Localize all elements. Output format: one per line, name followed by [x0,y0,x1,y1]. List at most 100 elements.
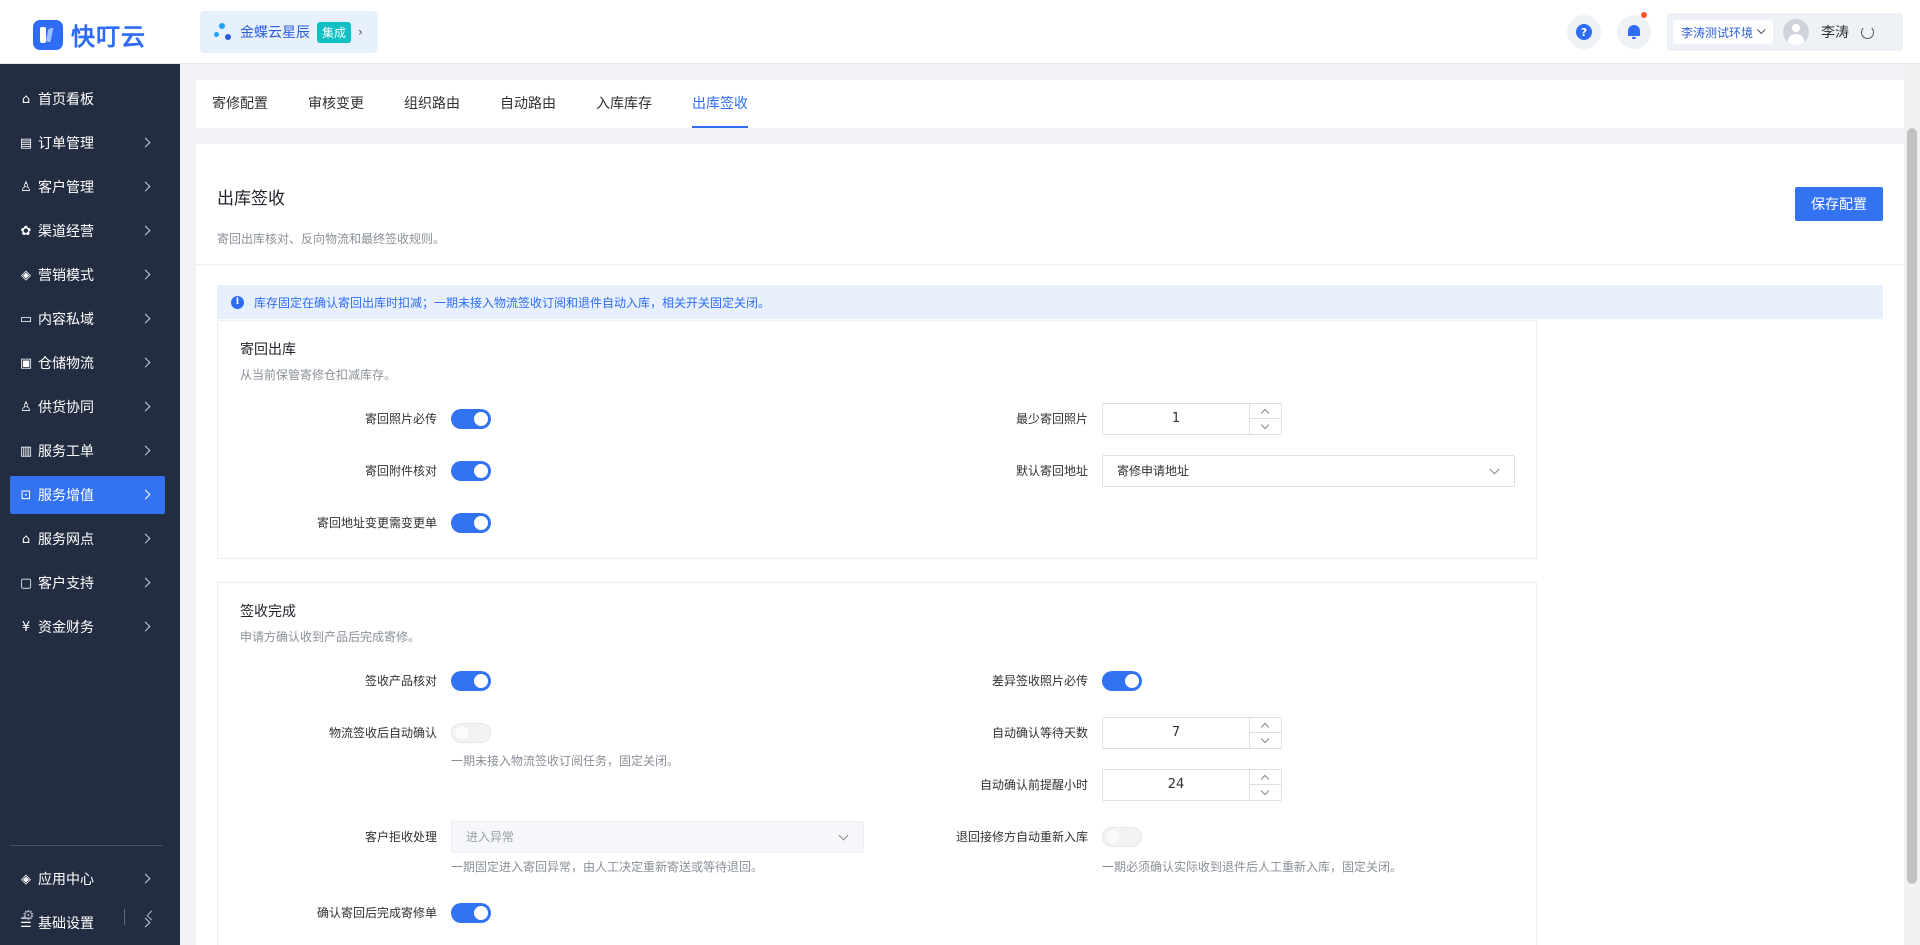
decrement-icon[interactable] [1250,733,1281,748]
stepper [1249,404,1281,434]
diff-photo-toggle[interactable] [1102,671,1142,691]
app-logo-icon [214,23,232,41]
sidebar-item-label: 渠道经营 [38,224,94,240]
scrollbar-thumb[interactable] [1907,128,1917,884]
increment-icon[interactable] [1250,718,1281,733]
wait-days-input[interactable]: 7 [1102,717,1282,749]
notification-button[interactable] [1617,12,1651,49]
photo-required-toggle[interactable] [451,409,491,429]
reinbound-toggle[interactable] [1102,827,1142,847]
chevron-right-icon: › [358,25,363,39]
auto-confirm-toggle[interactable] [451,723,491,743]
env-select[interactable]: 李涛测试环境 [1673,20,1774,44]
sidebar-item-channels[interactable]: ✿ 渠道经营 [10,212,165,250]
chevron-down-icon [1489,464,1500,475]
sidebar-item-orders[interactable]: ▤ 订单管理 [10,124,165,162]
product-check-toggle[interactable] [451,671,491,691]
top-header: 快叮云 金蝶云星辰 集成 › ? 李涛测试环境 李涛 [0,0,1920,64]
default-address-value: 寄修申请地址 [1117,464,1190,478]
auto-confirm-label: 物流签收后自动确认 [328,726,437,740]
chevron-right-icon [140,445,151,456]
reinbound-label: 退回接修方自动重新入库 [955,830,1088,844]
section-title: 寄回出库 [240,342,296,358]
complete-order-toggle[interactable] [451,903,491,923]
notice-text: 库存固定在确认寄回出库时扣减；一期未接入物流签收订阅和退件自动入库，相关开关固定… [254,295,771,310]
sidebar-item-label: 服务网点 [38,532,94,548]
image-icon: ▭ [19,311,33,327]
sidebar-divider [10,845,163,846]
sidebar-item-supply[interactable]: ♙ 供货协同 [10,388,165,426]
page-scrollbar[interactable] [1904,64,1920,945]
attachment-check-toggle[interactable] [451,461,491,481]
min-photos-label: 最少寄回照片 [1015,412,1088,426]
logo[interactable]: 快叮云 [33,17,146,52]
chevron-right-icon [140,181,151,192]
remind-hours-label: 自动确认前提醒小时 [979,778,1088,792]
sidebar-item-label: 资金财务 [38,620,94,636]
increment-icon[interactable] [1250,404,1281,419]
page-description: 寄回出库核对、反向物流和最终签收规则。 [217,232,446,246]
sidebar-item-app-center[interactable]: ◈ 应用中心 [10,860,165,898]
sidebar-item-finance[interactable]: ¥ 资金财务 [10,608,165,646]
attachment-check-label: 寄回附件核对 [364,464,437,478]
address-change-toggle[interactable] [451,513,491,533]
sidebar-item-service-points[interactable]: ⌂ 服务网点 [10,520,165,558]
chevron-right-icon [140,225,151,236]
section-signoff-complete: 签收完成 申请方确认收到产品后完成寄修。 签收产品核对 物流签收后自动确认 一期… [217,582,1537,945]
sidebar-item-customers[interactable]: ♙ 客户管理 [10,168,165,206]
chevron-right-icon [140,313,151,324]
save-config-button[interactable]: 保存配置 [1795,187,1883,221]
sidebar-item-value-added[interactable]: ⊡ 服务增值 [10,476,165,514]
sidebar-item-marketing[interactable]: ◈ 营销模式 [10,256,165,294]
tab-inbound-stock[interactable]: 入库库存 [596,80,652,128]
reject-handling-hint: 一期固定进入寄回异常，由人工决定重新寄送或等待退回。 [451,860,764,874]
tab-auto-routing[interactable]: 自动路由 [500,80,556,128]
decrement-icon[interactable] [1250,785,1281,800]
sidebar-item-support[interactable]: ▢ 客户支持 [10,564,165,602]
bell-icon [1627,25,1641,39]
refresh-icon[interactable] [1861,25,1875,39]
default-address-select[interactable]: 寄修申请地址 [1102,455,1515,487]
remind-hours-input[interactable]: 24 [1102,769,1282,801]
sidebar-item-service-tickets[interactable]: ▥ 服务工单 [10,432,165,470]
gear-icon[interactable]: ⚙ [22,908,35,924]
app-switcher[interactable]: 金蝶云星辰 集成 › [200,11,378,53]
chevron-down-icon [838,830,849,841]
sidebar-item-content[interactable]: ▭ 内容私域 [10,300,165,338]
section-description: 申请方确认收到产品后完成寄修。 [240,630,421,644]
increment-icon[interactable] [1250,770,1281,785]
tab-repair-config[interactable]: 寄修配置 [212,80,268,128]
avatar[interactable] [1783,19,1810,45]
min-photos-input[interactable]: 1 [1102,403,1282,435]
help-icon: ? [1576,24,1592,40]
ticket-icon: ▥ [19,443,33,459]
user-icon: ♙ [20,179,32,195]
chevron-right-icon [140,489,151,500]
tab-review-changes[interactable]: 审核变更 [308,80,364,128]
decrement-icon[interactable] [1250,419,1281,434]
stepper [1249,718,1281,748]
env-label: 李涛测试环境 [1681,25,1754,40]
collapse-sidebar-icon[interactable] [146,910,157,921]
min-photos-value: 1 [1171,411,1181,426]
chevron-right-icon [140,401,151,412]
sidebar-item-label: 内容私域 [38,312,94,328]
sidebar-footer: ⚙ [0,903,180,933]
user-name[interactable]: 李涛 [1821,22,1849,42]
sidebar: ⌂ 首页看板 ▤ 订单管理 ♙ 客户管理 ✿ 渠道经营 ◈ 营销模式 ▭ 内容私… [0,64,180,945]
store-icon: ⌂ [21,531,31,547]
sidebar-item-label: 应用中心 [38,872,94,888]
reject-handling-label: 客户拒收处理 [364,830,437,844]
default-address-label: 默认寄回地址 [1015,464,1088,478]
sidebar-item-label: 服务工单 [38,444,94,460]
panel-header: 出库签收 寄回出库核对、反向物流和最终签收规则。 保存配置 [196,144,1904,265]
chevron-right-icon [140,621,151,632]
tab-outbound-signoff[interactable]: 出库签收 [692,80,748,128]
tab-org-routing[interactable]: 组织路由 [404,80,460,128]
tag-icon: ◈ [21,267,31,283]
remind-hours-value: 24 [1167,777,1185,792]
sidebar-item-warehouse[interactable]: ▣ 仓储物流 [10,344,165,382]
sidebar-item-dashboard[interactable]: ⌂ 首页看板 [10,80,165,118]
supply-icon: ♙ [20,399,32,415]
help-button[interactable]: ? [1567,15,1601,49]
